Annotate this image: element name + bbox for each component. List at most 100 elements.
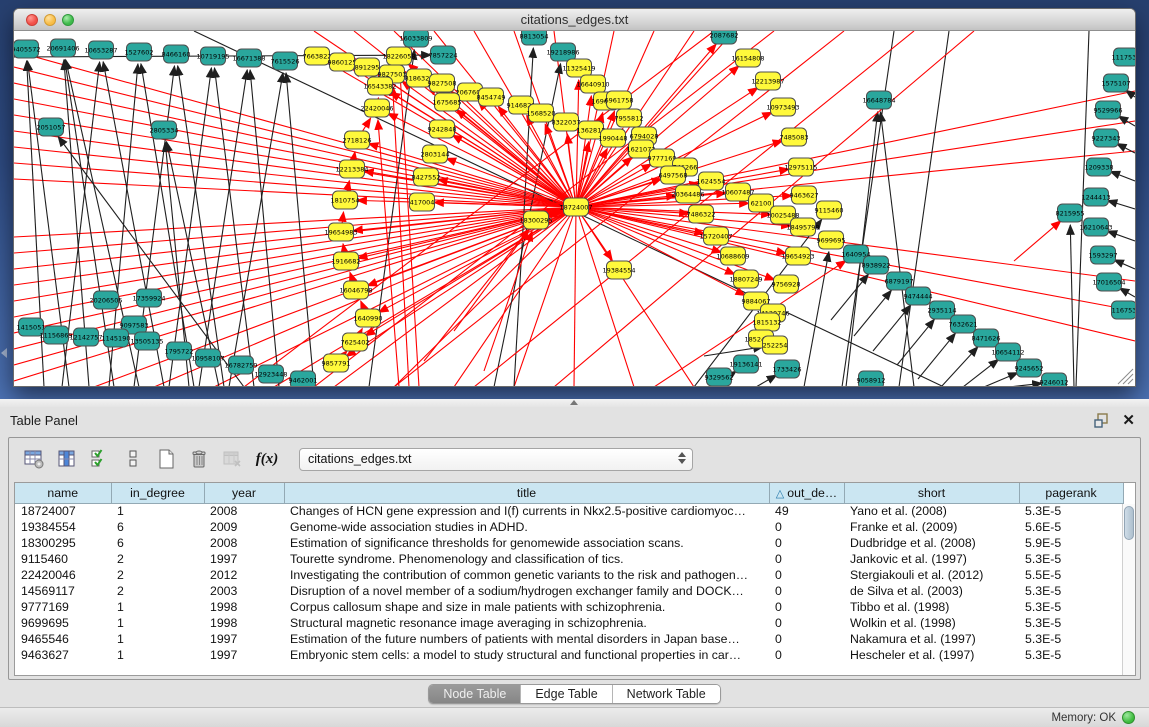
citation-edge-red[interactable] bbox=[576, 207, 1135, 281]
citation-edge-red[interactable] bbox=[576, 207, 745, 295]
table-row[interactable]: 1456911722003Disruption of a novel membe… bbox=[15, 583, 1123, 599]
table-cell[interactable]: 5.3E-5 bbox=[1019, 615, 1123, 631]
table-cell[interactable]: 19384554 bbox=[15, 519, 111, 535]
select-attributes-icon[interactable] bbox=[87, 446, 113, 472]
citation-edge-black[interactable] bbox=[897, 319, 934, 365]
show-columns-icon[interactable] bbox=[54, 446, 80, 472]
table-cell[interactable]: 0 bbox=[769, 535, 844, 551]
table-cell[interactable]: 0 bbox=[769, 599, 844, 615]
table-cell[interactable]: Investigating the contribution of common… bbox=[284, 567, 769, 583]
table-cell[interactable]: Franke et al. (2009) bbox=[844, 519, 1019, 535]
table-cell[interactable]: 2008 bbox=[204, 535, 284, 551]
citation-edge-black[interactable] bbox=[804, 252, 829, 386]
citation-edge-red[interactable] bbox=[1014, 221, 1061, 261]
scrollbar-thumb[interactable] bbox=[1124, 506, 1134, 540]
table-cell[interactable]: 5.3E-5 bbox=[1019, 503, 1123, 519]
citation-edge-red[interactable] bbox=[576, 207, 1135, 341]
table-cell[interactable]: 0 bbox=[769, 567, 844, 583]
table-cell[interactable]: Hescheler et al. (1997) bbox=[844, 647, 1019, 663]
table-cell[interactable]: 1 bbox=[111, 503, 204, 519]
table-cell[interactable]: 1 bbox=[111, 599, 204, 615]
citation-edge-black[interactable] bbox=[963, 359, 999, 386]
minimize-traffic-light[interactable] bbox=[44, 14, 56, 26]
network-window-titlebar[interactable]: citations_edges.txt bbox=[14, 9, 1135, 31]
network-canvas[interactable]: 9405572206914061065328715276028466160107… bbox=[14, 31, 1135, 386]
column-header-title[interactable]: title bbox=[284, 483, 769, 503]
table-cell[interactable]: 22420046 bbox=[15, 567, 111, 583]
table-cell[interactable]: 9777169 bbox=[15, 599, 111, 615]
close-traffic-light[interactable] bbox=[26, 14, 38, 26]
table-cell[interactable]: 1998 bbox=[204, 615, 284, 631]
citation-edge-red[interactable] bbox=[400, 68, 419, 386]
close-panel-icon[interactable]: ✕ bbox=[1122, 411, 1135, 429]
delete-columns-icon[interactable] bbox=[186, 446, 212, 472]
zoom-traffic-light[interactable] bbox=[62, 14, 74, 26]
float-panel-icon[interactable] bbox=[1094, 413, 1109, 428]
table-row[interactable]: 911546021997Tourette syndrome. Phenomeno… bbox=[15, 551, 1123, 567]
table-cell[interactable]: Jankovic et al. (1997) bbox=[844, 551, 1019, 567]
citation-edge-red[interactable] bbox=[514, 207, 576, 386]
citation-edge-black[interactable] bbox=[1114, 260, 1135, 269]
table-cell[interactable]: 1997 bbox=[204, 647, 284, 663]
citation-edge-black[interactable] bbox=[854, 290, 891, 336]
panel-collapse-arrow[interactable] bbox=[1, 348, 7, 358]
table-row[interactable]: 969969511998Structural magnetic resonanc… bbox=[15, 615, 1123, 631]
split-pane-divider[interactable] bbox=[0, 399, 1149, 407]
table-cell[interactable]: 1 bbox=[111, 647, 204, 663]
table-row[interactable]: 2242004622012Investigating the contribut… bbox=[15, 567, 1123, 583]
table-cell[interactable]: 1 bbox=[111, 615, 204, 631]
table-cell[interactable]: 49 bbox=[769, 503, 844, 519]
table-cell[interactable]: de Silva et al. (2003) bbox=[844, 583, 1019, 599]
citation-edge-red[interactable] bbox=[14, 207, 576, 237]
table-cell[interactable]: 9463627 bbox=[15, 647, 111, 663]
table-cell[interactable]: 14569117 bbox=[15, 583, 111, 599]
table-cell[interactable]: 0 bbox=[769, 615, 844, 631]
column-header-short[interactable]: short bbox=[844, 483, 1019, 503]
citation-edge-black[interactable] bbox=[1070, 225, 1074, 386]
table-cell[interactable]: Tibbo et al. (1998) bbox=[844, 599, 1019, 615]
citation-edge-black[interactable] bbox=[250, 70, 279, 386]
table-row[interactable]: 977716911998Corpus callosum shape and si… bbox=[15, 599, 1123, 615]
column-header-year[interactable]: year bbox=[204, 483, 284, 503]
table-cell[interactable]: 2 bbox=[111, 551, 204, 567]
citation-edge-black[interactable] bbox=[1107, 201, 1135, 209]
citation-edge-black[interactable] bbox=[842, 31, 894, 386]
divider-handle-icon[interactable] bbox=[570, 400, 578, 405]
table-cell[interactable]: 1997 bbox=[204, 631, 284, 647]
table-cell[interactable]: 2 bbox=[111, 567, 204, 583]
table-cell[interactable]: 9115460 bbox=[15, 551, 111, 567]
table-cell[interactable]: Estimation of significance thresholds fo… bbox=[284, 535, 769, 551]
table-cell[interactable]: Nakamura et al. (1997) bbox=[844, 631, 1019, 647]
table-cell[interactable]: 0 bbox=[769, 631, 844, 647]
resize-grip-icon[interactable] bbox=[1128, 379, 1133, 384]
tab-node-table[interactable]: Node Table bbox=[429, 685, 521, 703]
table-cell[interactable]: Yano et al. (2008) bbox=[844, 503, 1019, 519]
table-row[interactable]: 946362711997Embryonic stem cells: a mode… bbox=[15, 647, 1123, 663]
table-cell[interactable]: Wolkin et al. (1998) bbox=[844, 615, 1019, 631]
table-cell[interactable]: 6 bbox=[111, 535, 204, 551]
citation-edge-black[interactable] bbox=[756, 375, 777, 386]
table-selector-dropdown[interactable]: citations_edges.txt bbox=[299, 448, 693, 471]
column-header-in_degree[interactable]: in_degree bbox=[111, 483, 204, 503]
tab-network-table[interactable]: Network Table bbox=[613, 685, 720, 703]
table-cell[interactable]: 0 bbox=[769, 519, 844, 535]
table-cell[interactable]: 5.5E-5 bbox=[1019, 567, 1123, 583]
citation-edge-black[interactable] bbox=[1119, 288, 1135, 297]
table-cell[interactable]: 2003 bbox=[204, 583, 284, 599]
table-cell[interactable]: Stergiakouli et al. (2012) bbox=[844, 567, 1019, 583]
table-cell[interactable]: 2008 bbox=[204, 503, 284, 519]
table-row[interactable]: 946554611997Estimation of the future num… bbox=[15, 631, 1123, 647]
table-cell[interactable]: 2012 bbox=[204, 567, 284, 583]
table-row[interactable]: 1830029562008Estimation of significance … bbox=[15, 535, 1123, 551]
table-cell[interactable]: 5.3E-5 bbox=[1019, 583, 1123, 599]
column-header-out_de[interactable]: △out_de… bbox=[769, 483, 844, 503]
citation-edge-black[interactable] bbox=[1107, 231, 1135, 241]
table-cell[interactable]: 0 bbox=[769, 551, 844, 567]
table-cell[interactable]: Dudbridge et al. (2008) bbox=[844, 535, 1019, 551]
citation-edge-black[interactable] bbox=[286, 73, 314, 386]
table-cell[interactable]: Estimation of the future numbers of pati… bbox=[284, 631, 769, 647]
table-cell[interactable]: Tourette syndrome. Phenomenology and cla… bbox=[284, 551, 769, 567]
delete-table-icon[interactable] bbox=[219, 446, 245, 472]
citation-edge-black[interactable] bbox=[1009, 383, 1042, 386]
table-cell[interactable]: Disruption of a novel member of a sodium… bbox=[284, 583, 769, 599]
